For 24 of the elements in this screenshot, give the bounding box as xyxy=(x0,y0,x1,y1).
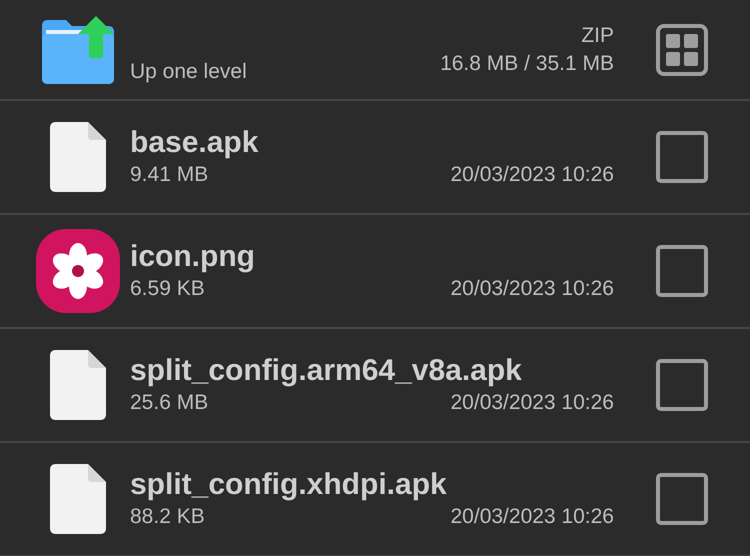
file-date: 20/03/2023 10:26 xyxy=(450,276,614,302)
document-icon xyxy=(50,464,106,534)
checkbox[interactable] xyxy=(656,245,708,297)
select-all-icon[interactable] xyxy=(656,24,708,76)
flower-image-icon xyxy=(36,229,120,313)
file-name[interactable]: base.apk xyxy=(130,125,614,162)
file-name[interactable]: split_config.arm64_v8a.apk xyxy=(130,353,614,390)
file-name[interactable]: split_config.xhdpi.apk xyxy=(130,467,614,504)
file-date: 20/03/2023 10:26 xyxy=(450,504,614,530)
document-icon xyxy=(50,350,106,420)
checkbox[interactable] xyxy=(656,473,708,525)
archive-size: 16.8 MB / 35.1 MB xyxy=(439,50,614,76)
file-size: 25.6 MB xyxy=(130,390,208,416)
checkbox[interactable] xyxy=(656,131,708,183)
checkbox[interactable] xyxy=(656,359,708,411)
file-size: 9.41 MB xyxy=(130,162,208,188)
file-date: 20/03/2023 10:26 xyxy=(450,390,614,416)
file-size: 88.2 KB xyxy=(130,504,205,530)
archive-type: ZIP xyxy=(580,23,614,50)
up-one-level-label[interactable]: Up one level xyxy=(130,58,372,85)
file-size: 6.59 KB xyxy=(130,276,205,302)
document-icon xyxy=(50,122,106,192)
file-name[interactable]: icon.png xyxy=(130,239,614,276)
file-date: 20/03/2023 10:26 xyxy=(450,162,614,188)
